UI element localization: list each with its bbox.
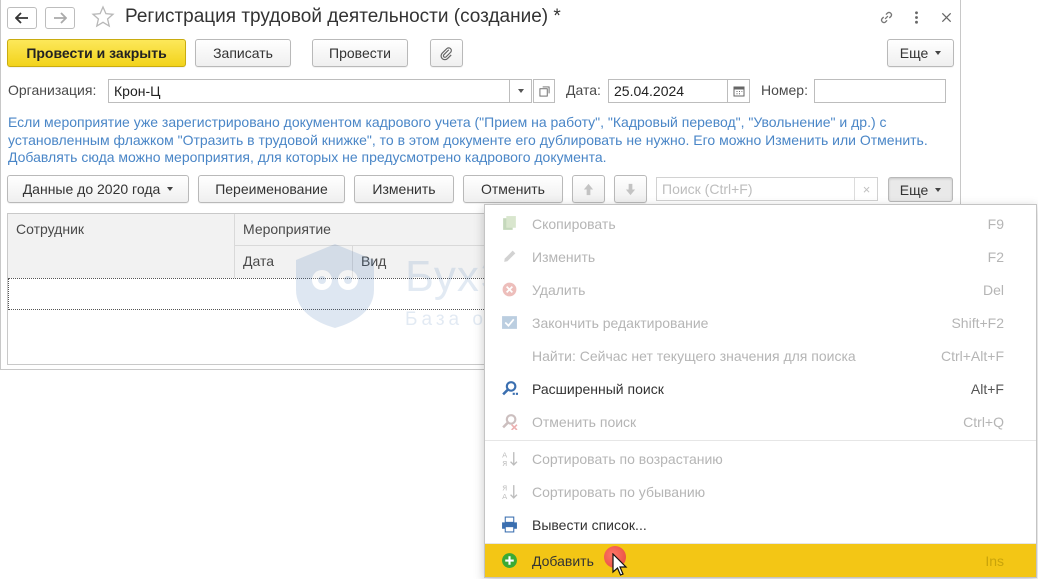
move-down-button[interactable] bbox=[614, 175, 647, 203]
table-more-button[interactable]: Еще bbox=[888, 177, 953, 202]
menu-item-label: Удалить bbox=[532, 281, 586, 298]
org-dropdown-button[interactable] bbox=[509, 79, 532, 103]
menu-item-cancel-search[interactable]: Отменить поиск Ctrl+Q bbox=[485, 405, 1036, 438]
menu-item-label: Найти: Сейчас нет текущего значения для … bbox=[532, 347, 856, 364]
more-button-label: Еще bbox=[899, 45, 929, 61]
more-button[interactable]: Еще bbox=[887, 39, 954, 67]
arrow-left-icon bbox=[15, 12, 28, 24]
search-input[interactable]: Поиск (Ctrl+F) bbox=[656, 177, 878, 201]
cancel-event-button[interactable]: Отменить bbox=[463, 175, 563, 203]
page-title: Регистрация трудовой деятельности (созда… bbox=[125, 6, 561, 27]
rename-button[interactable]: Переименование bbox=[198, 175, 345, 203]
forward-button[interactable] bbox=[45, 7, 75, 29]
arrow-right-icon bbox=[54, 12, 67, 24]
delete-icon bbox=[502, 282, 517, 297]
table-more-label: Еще bbox=[899, 181, 929, 198]
menu-item-shortcut: Alt+F bbox=[970, 380, 1004, 397]
sort-desc-icon: ЯА bbox=[502, 483, 518, 500]
data-before-2020-button[interactable]: Данные до 2020 года bbox=[7, 175, 189, 203]
date-label: Дата: bbox=[566, 82, 601, 98]
column-date[interactable]: Дата bbox=[235, 246, 353, 278]
org-field[interactable]: Крон-Ц bbox=[108, 79, 510, 103]
caret-down-icon bbox=[167, 187, 174, 191]
paperclip-icon bbox=[440, 46, 452, 60]
save-button[interactable]: Записать bbox=[195, 39, 291, 67]
post-and-close-button[interactable]: Провести и закрыть bbox=[7, 39, 186, 67]
caret-down-icon bbox=[935, 51, 942, 55]
post-button[interactable]: Провести bbox=[312, 39, 408, 67]
svg-text:А: А bbox=[502, 492, 508, 500]
column-employee[interactable]: Сотрудник bbox=[8, 214, 235, 278]
menu-item-change[interactable]: Изменить F2 bbox=[485, 240, 1036, 273]
menu-item-shortcut: Del bbox=[982, 281, 1004, 298]
open-icon bbox=[538, 85, 550, 97]
menu-item-sort-desc[interactable]: ЯА Сортировать по убыванию bbox=[485, 475, 1036, 508]
menu-item-copy[interactable]: Скопировать F9 bbox=[485, 207, 1036, 240]
more-dropdown-menu: Скопировать F9 Изменить F2 Удалить Del З… bbox=[484, 204, 1037, 578]
menu-item-find[interactable]: Найти: Сейчас нет текущего значения для … bbox=[485, 339, 1036, 372]
org-label: Организация: bbox=[8, 82, 97, 98]
menu-item-end-edit[interactable]: Закончить редактирование Shift+F2 bbox=[485, 306, 1036, 339]
link-icon[interactable] bbox=[877, 8, 895, 26]
menu-item-shortcut: Ctrl+Q bbox=[963, 413, 1004, 430]
info-text: Если мероприятие уже зарегистрировано до… bbox=[8, 114, 928, 165]
caret-down-icon bbox=[935, 187, 942, 192]
number-field[interactable] bbox=[814, 79, 946, 103]
data-before-2020-label: Данные до 2020 года bbox=[22, 181, 161, 197]
advanced-search-icon bbox=[502, 381, 518, 396]
menu-item-label: Отменить поиск bbox=[532, 413, 637, 430]
menu-item-shortcut: Ins bbox=[985, 553, 1004, 569]
menu-item-sort-asc[interactable]: АЯ Сортировать по возрастанию bbox=[485, 442, 1036, 475]
menu-item-shortcut: F9 bbox=[987, 215, 1004, 232]
menu-item-label: Скопировать bbox=[532, 215, 616, 232]
cancel-search-icon bbox=[502, 414, 518, 430]
arrow-up-icon bbox=[583, 183, 594, 195]
date-field[interactable]: 25.04.2024 bbox=[608, 79, 728, 103]
close-icon[interactable] bbox=[937, 8, 955, 26]
menu-item-label: Вывести список... bbox=[532, 516, 647, 533]
more-vert-icon[interactable] bbox=[907, 8, 925, 26]
menu-item-label: Сортировать по убыванию bbox=[532, 483, 706, 500]
change-button[interactable]: Изменить bbox=[354, 175, 454, 203]
print-list-icon bbox=[502, 516, 517, 533]
arrow-down-icon bbox=[625, 183, 636, 195]
menu-item-advanced-search[interactable]: Расширенный поиск Alt+F bbox=[485, 372, 1036, 405]
menu-item-shortcut: F2 bbox=[987, 248, 1004, 265]
menu-item-delete[interactable]: Удалить Del bbox=[485, 273, 1036, 306]
pencil-icon bbox=[504, 250, 516, 262]
number-label: Номер: bbox=[761, 82, 808, 98]
caret-down-icon bbox=[517, 89, 524, 93]
menu-separator bbox=[485, 440, 1036, 441]
org-open-button[interactable] bbox=[533, 79, 555, 103]
menu-item-label: Закончить редактирование bbox=[532, 314, 709, 331]
menu-item-label: Расширенный поиск bbox=[532, 380, 664, 397]
mouse-pointer-icon bbox=[612, 553, 628, 576]
favorite-star-icon[interactable] bbox=[91, 5, 115, 29]
menu-item-add[interactable]: Добавить Ins bbox=[485, 544, 1036, 577]
calendar-icon bbox=[733, 86, 744, 97]
back-button[interactable] bbox=[7, 7, 37, 29]
menu-item-shortcut: Ctrl+Alt+F bbox=[940, 347, 1004, 364]
menu-item-print-list[interactable]: Вывести список... bbox=[485, 508, 1036, 541]
end-edit-icon bbox=[502, 316, 517, 329]
attach-button[interactable] bbox=[430, 39, 463, 67]
menu-item-label: Сортировать по возрастанию bbox=[532, 450, 723, 467]
menu-item-label: Изменить bbox=[532, 248, 596, 265]
svg-text:Я: Я bbox=[502, 459, 507, 467]
clear-search-icon[interactable]: × bbox=[854, 178, 878, 200]
sort-asc-icon: АЯ bbox=[502, 450, 518, 467]
calendar-button[interactable] bbox=[727, 79, 750, 103]
menu-item-shortcut: Shift+F2 bbox=[951, 314, 1004, 331]
add-icon bbox=[502, 553, 517, 568]
copy-icon bbox=[503, 216, 516, 230]
move-up-button[interactable] bbox=[572, 175, 605, 203]
menu-item-label: Добавить bbox=[532, 553, 594, 569]
